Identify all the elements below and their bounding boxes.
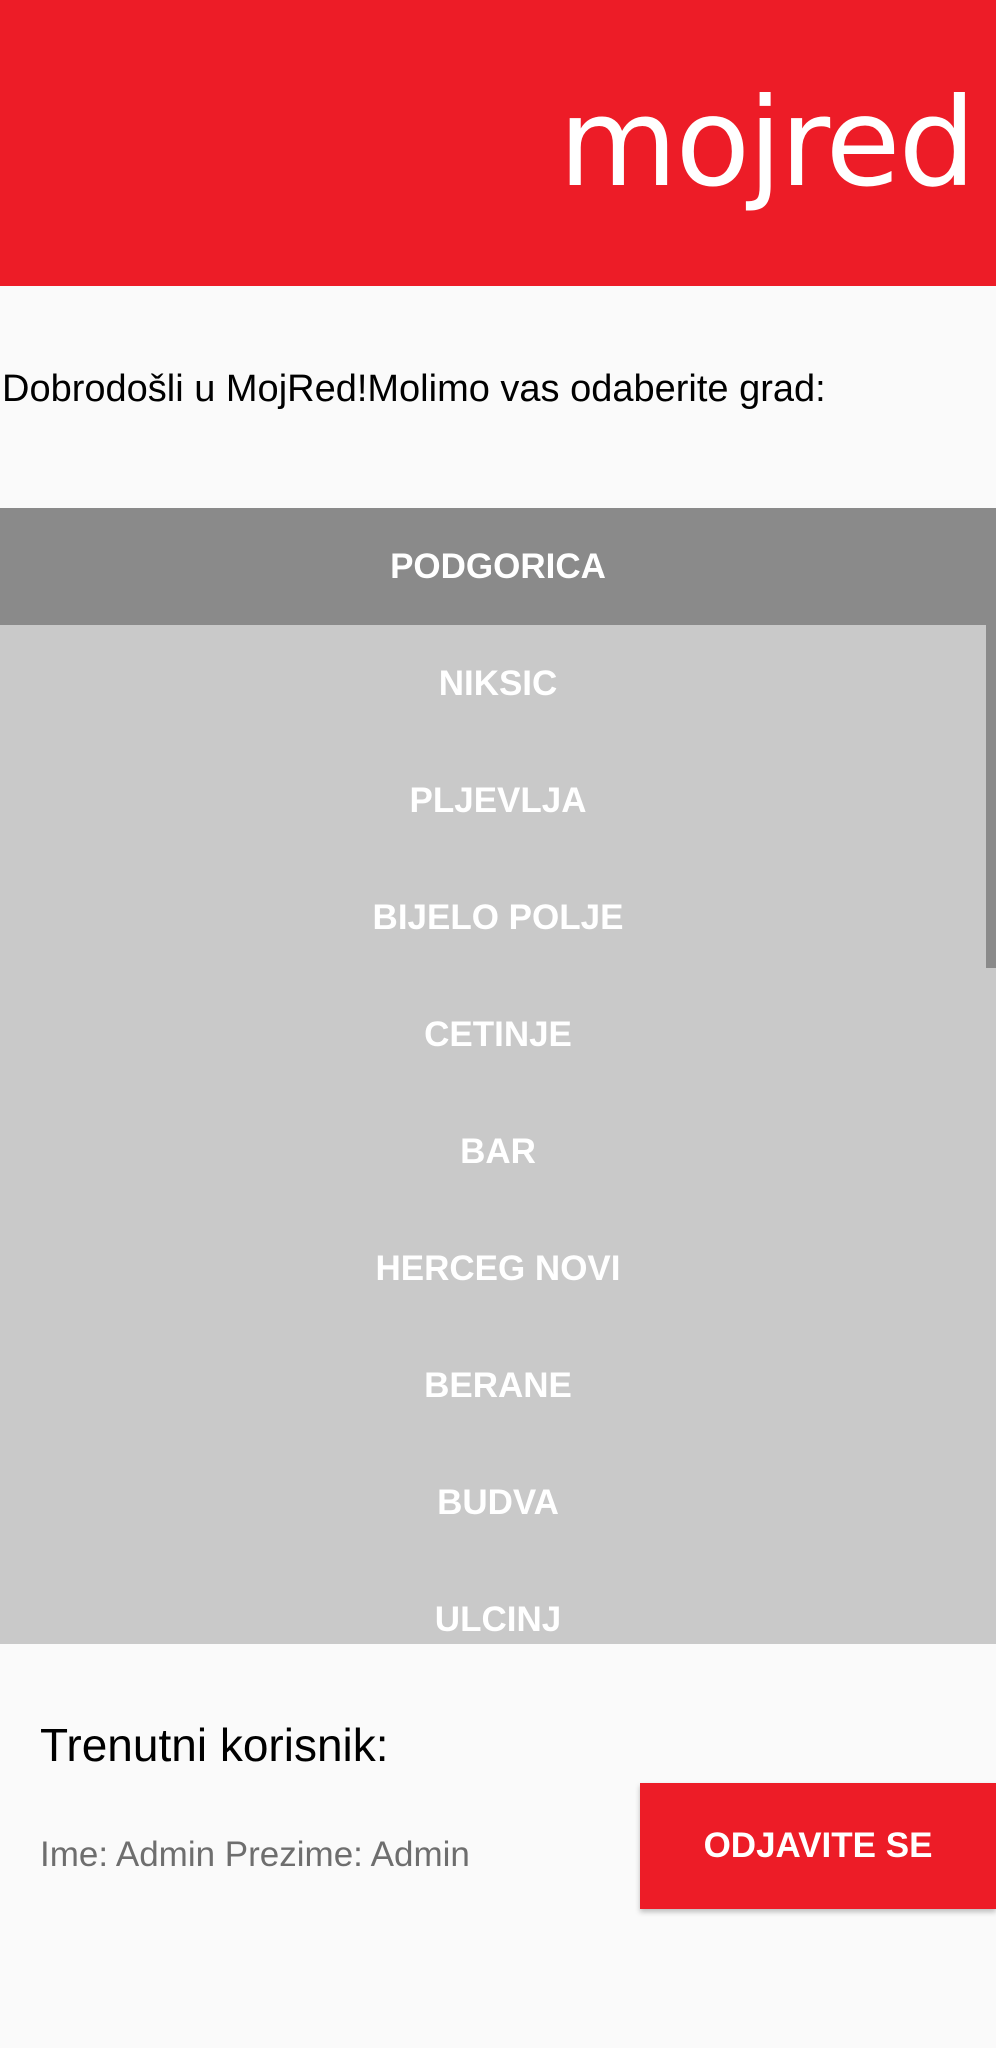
city-item-budva[interactable]: BUDVA xyxy=(0,1444,996,1561)
city-item-berane[interactable]: BERANE xyxy=(0,1327,996,1444)
city-item-podgorica[interactable]: PODGORICA xyxy=(0,508,996,625)
app-logo: mojred xyxy=(558,72,976,214)
city-list-scrollbar[interactable] xyxy=(986,508,996,968)
city-item-bar[interactable]: BAR xyxy=(0,1093,996,1210)
city-item-pljevlja[interactable]: PLJEVLJA xyxy=(0,742,996,859)
city-item-bijelo-polje[interactable]: BIJELO POLJE xyxy=(0,859,996,976)
city-item-cetinje[interactable]: CETINJE xyxy=(0,976,996,1093)
current-user-info: Ime: Admin Prezime: Admin xyxy=(40,1835,470,1874)
welcome-message: Dobrodošli u MojRed!Molimo vas odaberite… xyxy=(2,368,826,410)
city-list[interactable]: PODGORICA NIKSIC PLJEVLJA BIJELO POLJE C… xyxy=(0,508,996,1644)
current-user-title: Trenutni korisnik: xyxy=(40,1719,389,1771)
city-item-ulcinj[interactable]: ULCINJ xyxy=(0,1561,996,1644)
app-header: mojred xyxy=(0,0,996,286)
logout-button[interactable]: ODJAVITE SE xyxy=(640,1783,996,1909)
city-item-niksic[interactable]: NIKSIC xyxy=(0,625,996,742)
city-item-herceg-novi[interactable]: HERCEG NOVI xyxy=(0,1210,996,1327)
